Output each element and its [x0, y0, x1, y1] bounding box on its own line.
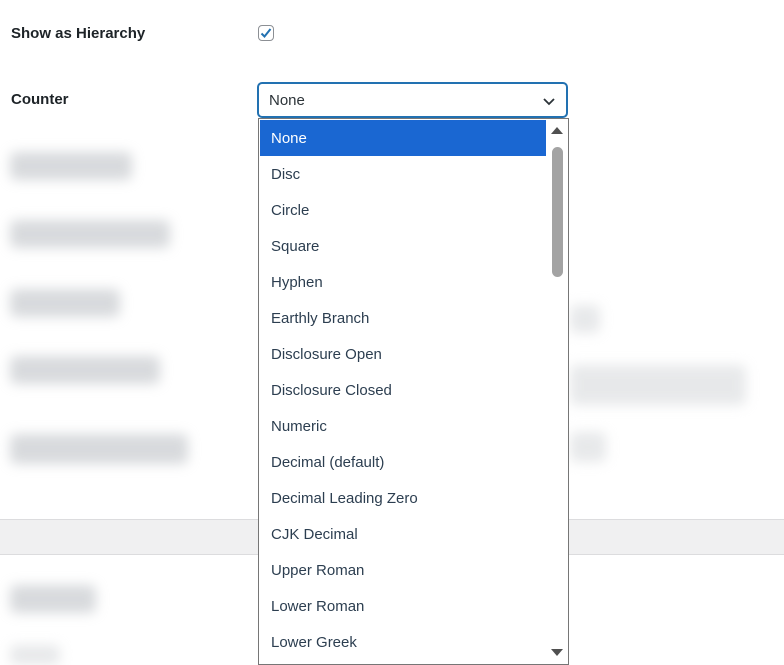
dropdown-option[interactable]: Decimal Leading Zero: [260, 480, 546, 516]
scrollbar-thumb[interactable]: [552, 147, 563, 277]
blurred-label: [10, 645, 60, 665]
triangle-up-icon[interactable]: [549, 124, 565, 136]
blurred-label: [10, 585, 96, 613]
dropdown-option[interactable]: Earthly Branch: [260, 300, 546, 336]
dropdown-option[interactable]: Square: [260, 228, 546, 264]
counter-select-value: None: [269, 91, 305, 109]
blurred-label: [10, 434, 188, 464]
blurred-field: [570, 432, 606, 462]
dropdown-option[interactable]: Decimal (default): [260, 444, 546, 480]
show-as-hierarchy-label: Show as Hierarchy: [11, 25, 146, 42]
dropdown-option[interactable]: Disclosure Open: [260, 336, 546, 372]
dropdown-option[interactable]: Disc: [260, 156, 546, 192]
dropdown-option[interactable]: Lower Roman: [260, 588, 546, 624]
counter-dropdown-list[interactable]: None Disc Circle Square Hyphen Earthly Branch…: [258, 118, 569, 665]
dropdown-option[interactable]: Numeric: [260, 408, 546, 444]
triangle-down-icon[interactable]: [549, 647, 565, 659]
checkmark-icon: [260, 28, 272, 38]
dropdown-option[interactable]: Disclosure Closed: [260, 372, 546, 408]
blurred-label: [10, 220, 170, 248]
blurred-field: [570, 365, 746, 405]
dropdown-option[interactable]: Upper Roman: [260, 552, 546, 588]
blurred-label: [10, 289, 120, 317]
blurred-label: [10, 356, 160, 384]
show-as-hierarchy-checkbox[interactable]: [258, 25, 274, 41]
counter-select[interactable]: None: [258, 83, 567, 117]
chevron-down-icon: [543, 98, 555, 106]
dropdown-option[interactable]: None: [260, 120, 546, 156]
blurred-field: [570, 305, 600, 333]
dropdown-option[interactable]: Hyphen: [260, 264, 546, 300]
dropdown-option[interactable]: Lower Greek: [260, 624, 546, 660]
counter-label: Counter: [11, 91, 69, 108]
dropdown-option[interactable]: CJK Decimal: [260, 516, 546, 552]
blurred-label: [10, 152, 132, 180]
dropdown-scrollbar[interactable]: [546, 119, 568, 664]
dropdown-option[interactable]: Circle: [260, 192, 546, 228]
